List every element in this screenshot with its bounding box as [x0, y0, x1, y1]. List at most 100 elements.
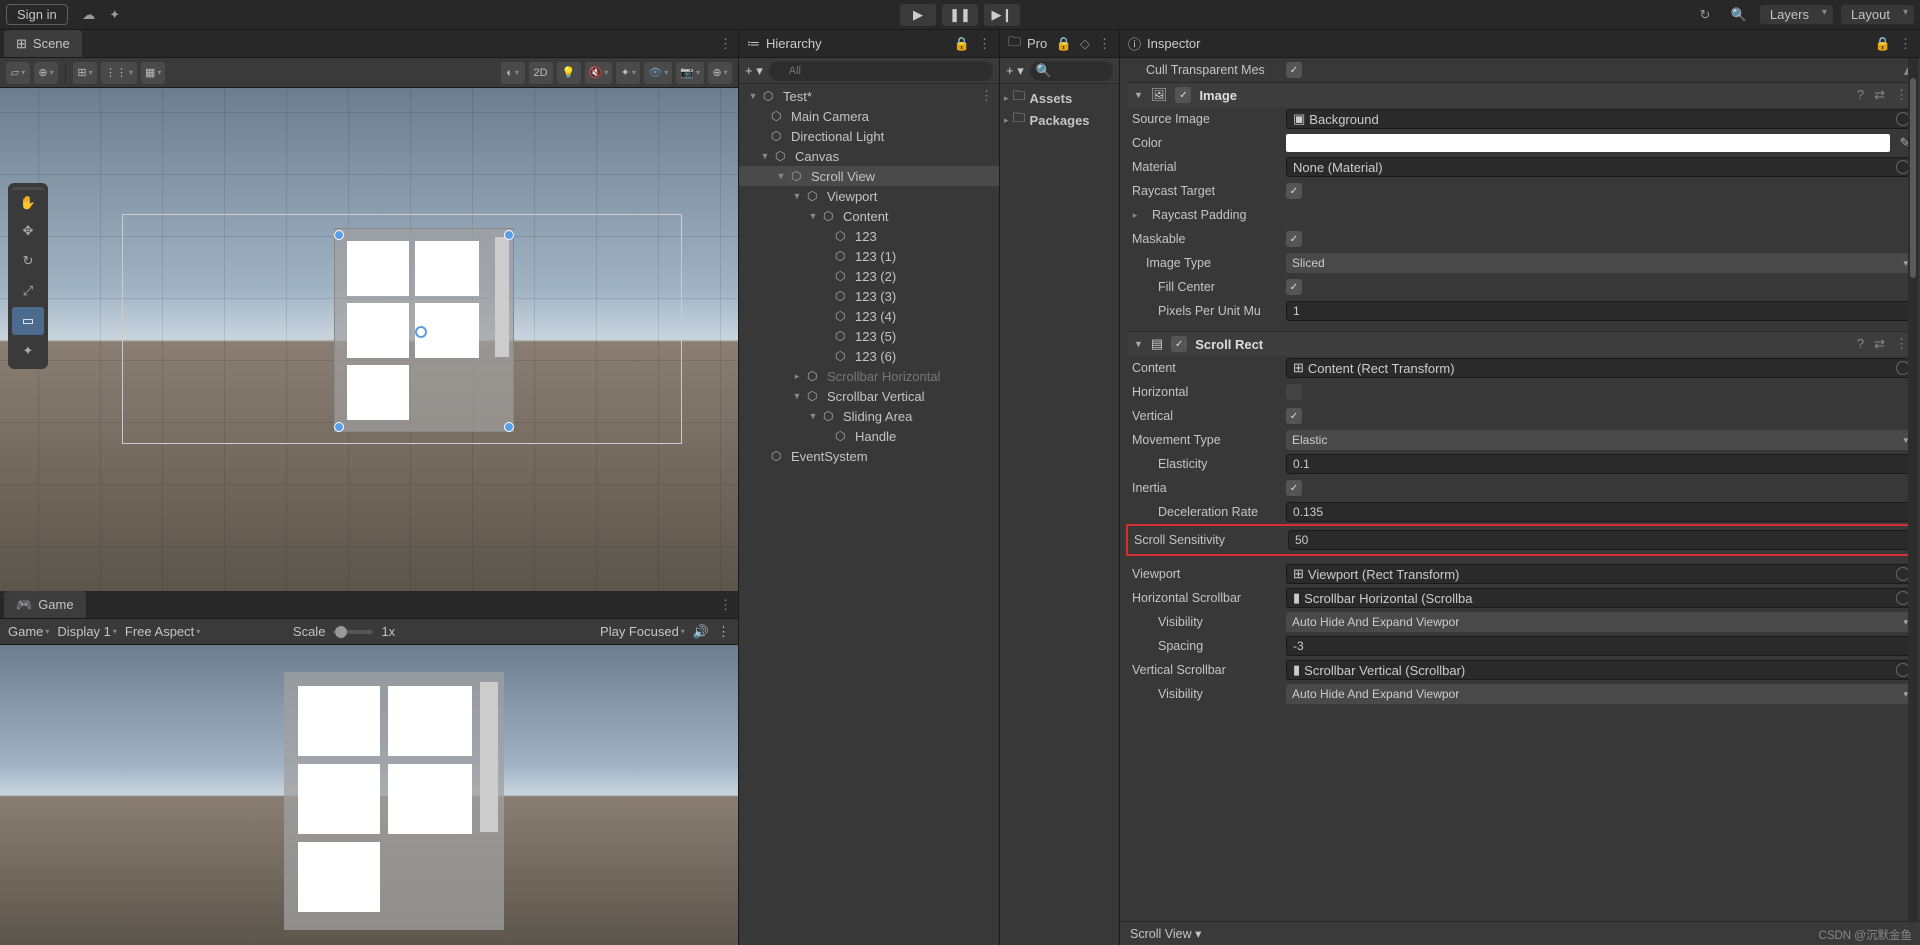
content-field[interactable]: ⊞Content (Rect Transform) — [1286, 358, 1914, 378]
menu-icon[interactable]: ⋮ — [717, 624, 730, 640]
create-dropdown[interactable]: + ▾ — [745, 63, 763, 79]
image-component-header[interactable]: ▼🖼 ✓ Image ?⇄⋮ — [1128, 82, 1914, 107]
color-field[interactable] — [1286, 134, 1890, 152]
link-icon[interactable]: ◇ — [1080, 36, 1090, 52]
layout-dropdown[interactable]: Layout — [1841, 5, 1914, 24]
material-footer-button[interactable]: Scroll View ▾ — [1120, 921, 1920, 945]
help-icon[interactable]: ? — [1857, 336, 1864, 352]
h-visibility-dropdown[interactable]: Auto Hide And Expand Viewpor — [1286, 612, 1914, 632]
search-icon[interactable]: 🔍 — [1726, 3, 1752, 27]
image-enabled-checkbox[interactable]: ✓ — [1175, 87, 1191, 103]
fx-toggle[interactable]: ✦ — [616, 62, 640, 84]
pause-button[interactable]: ❚❚ — [942, 4, 978, 26]
pivot-handle[interactable] — [415, 326, 427, 338]
lock-icon[interactable]: 🔒 — [1875, 36, 1891, 52]
play-focused-dropdown[interactable]: Play Focused — [600, 624, 685, 639]
menu-icon[interactable]: ⋮ — [1895, 336, 1908, 352]
project-row-assets[interactable]: ▸🗀Assets — [1004, 88, 1115, 108]
aspect-dropdown[interactable]: Free Aspect — [125, 624, 285, 639]
panel-menu-icon[interactable]: ⋮ — [1098, 36, 1111, 52]
inertia-checkbox[interactable]: ✓ — [1286, 480, 1302, 496]
tree-row[interactable]: ▸⬡Scrollbar Horizontal — [739, 366, 999, 386]
sign-in-button[interactable]: Sign in — [6, 4, 68, 25]
horizontal-checkbox[interactable] — [1286, 384, 1302, 400]
scale-tool[interactable]: ⤢ — [12, 277, 44, 305]
game-tab[interactable]: 🎮 Game — [4, 591, 86, 618]
cloud-icon[interactable]: ☁ — [76, 3, 102, 27]
grid-visibility-dropdown[interactable]: ▦ — [141, 62, 165, 84]
scene-tab[interactable]: ⊞ Scene — [4, 30, 82, 57]
game-dropdown[interactable]: Game — [8, 624, 49, 639]
tree-row[interactable]: ⬡123 (4) — [739, 306, 999, 326]
tree-row[interactable]: ▼⬡Viewport — [739, 186, 999, 206]
menu-icon[interactable]: ⋮ — [1895, 87, 1908, 103]
maskable-checkbox[interactable]: ✓ — [1286, 231, 1302, 247]
horizontal-scrollbar-field[interactable]: ▮Scrollbar Horizontal (Scrollba — [1286, 588, 1914, 608]
project-row-packages[interactable]: ▸🗀Packages — [1004, 110, 1115, 130]
viewport-field[interactable]: ⊞Viewport (Rect Transform) — [1286, 564, 1914, 584]
panel-menu-icon[interactable]: ⋮ — [978, 36, 991, 52]
visibility-toggle[interactable]: 👁 — [644, 62, 672, 84]
layers-dropdown[interactable]: Layers — [1760, 5, 1833, 24]
preset-icon[interactable]: ⇄ — [1874, 336, 1885, 352]
render-mode-dropdown[interactable]: ◐ — [501, 62, 525, 84]
elasticity-field[interactable]: 0.1 — [1286, 454, 1914, 474]
tree-row-scene[interactable]: ▼⬡Test*⋮ — [739, 86, 999, 106]
v-visibility-dropdown[interactable]: Auto Hide And Expand Viewpor — [1286, 684, 1914, 704]
spacing-field[interactable]: -3 — [1286, 636, 1914, 656]
lighting-toggle[interactable]: 💡 — [557, 62, 581, 84]
rotate-tool[interactable]: ↻ — [12, 247, 44, 275]
camera-dropdown[interactable]: 📷 — [676, 62, 704, 84]
panel-menu-icon[interactable]: ⋮ — [719, 36, 732, 52]
corner-handle[interactable] — [334, 422, 344, 432]
tree-row[interactable]: ⬡Main Camera — [739, 106, 999, 126]
scene-view[interactable]: ✋ ✥ ↻ ⤢ ▭ ✦ — [0, 88, 738, 591]
fill-center-checkbox[interactable]: ✓ — [1286, 279, 1302, 295]
lock-icon[interactable]: 🔒 — [1056, 36, 1072, 52]
tree-row[interactable]: ⬡123 (2) — [739, 266, 999, 286]
play-button[interactable]: ▶ — [900, 4, 936, 26]
transform-tool[interactable]: ✦ — [12, 337, 44, 365]
material-field[interactable]: None (Material) — [1286, 157, 1914, 177]
tree-row[interactable]: ▼⬡Sliding Area — [739, 406, 999, 426]
tree-row[interactable]: ⬡123 (1) — [739, 246, 999, 266]
tree-row[interactable]: ⬡EventSystem — [739, 446, 999, 466]
vertical-scrollbar-field[interactable]: ▮Scrollbar Vertical (Scrollbar) — [1286, 660, 1914, 680]
source-image-field[interactable]: ▣Background — [1286, 109, 1914, 129]
help-icon[interactable]: ? — [1857, 87, 1864, 103]
corner-handle[interactable] — [504, 422, 514, 432]
tree-row[interactable]: ⬡Handle — [739, 426, 999, 446]
scene-menu-icon[interactable]: ⋮ — [980, 88, 993, 104]
create-dropdown[interactable]: + ▾ — [1006, 63, 1024, 79]
lock-icon[interactable]: 🔒 — [954, 36, 970, 52]
scroll-sensitivity-field[interactable]: 50 — [1288, 530, 1912, 550]
view-tool[interactable]: ✋ — [12, 187, 44, 215]
rect-tool[interactable]: ▭ — [12, 307, 44, 335]
tree-row[interactable]: ▼⬡Content — [739, 206, 999, 226]
audio-toggle[interactable]: 🔇 — [585, 62, 613, 84]
cull-transparent-checkbox[interactable]: ✓ — [1286, 62, 1302, 78]
scrollrect-component-header[interactable]: ▼▤ ✓ Scroll Rect ?⇄⋮ — [1128, 331, 1914, 356]
step-button[interactable]: ▶❙ — [984, 4, 1020, 26]
shading-mode-dropdown[interactable]: ▱ — [6, 62, 30, 84]
tree-row-selected[interactable]: ▼⬡Scroll View — [739, 166, 999, 186]
tree-row[interactable]: ⬡Directional Light — [739, 126, 999, 146]
tree-row[interactable]: ⬡123 — [739, 226, 999, 246]
draw-mode-dropdown[interactable]: ⊕ — [34, 62, 58, 84]
raycast-target-checkbox[interactable]: ✓ — [1286, 183, 1302, 199]
image-type-dropdown[interactable]: Sliced — [1286, 253, 1914, 273]
bug-icon[interactable]: ✦ — [102, 3, 128, 27]
tree-row[interactable]: ▼⬡Canvas — [739, 146, 999, 166]
corner-handle[interactable] — [334, 230, 344, 240]
ppu-field[interactable]: 1 — [1286, 301, 1914, 321]
panel-menu-icon[interactable]: ⋮ — [1899, 36, 1912, 52]
scale-slider[interactable] — [333, 630, 373, 634]
movement-type-dropdown[interactable]: Elastic — [1286, 430, 1914, 450]
display-dropdown[interactable]: Display 1 — [57, 624, 116, 639]
2d-toggle[interactable]: 2D — [529, 62, 553, 84]
scrollrect-enabled-checkbox[interactable]: ✓ — [1171, 336, 1187, 352]
tree-row[interactable]: ⬡123 (6) — [739, 346, 999, 366]
preset-icon[interactable]: ⇄ — [1874, 87, 1885, 103]
tree-row[interactable]: ⬡123 (5) — [739, 326, 999, 346]
undo-history-icon[interactable]: ↻ — [1692, 3, 1718, 27]
